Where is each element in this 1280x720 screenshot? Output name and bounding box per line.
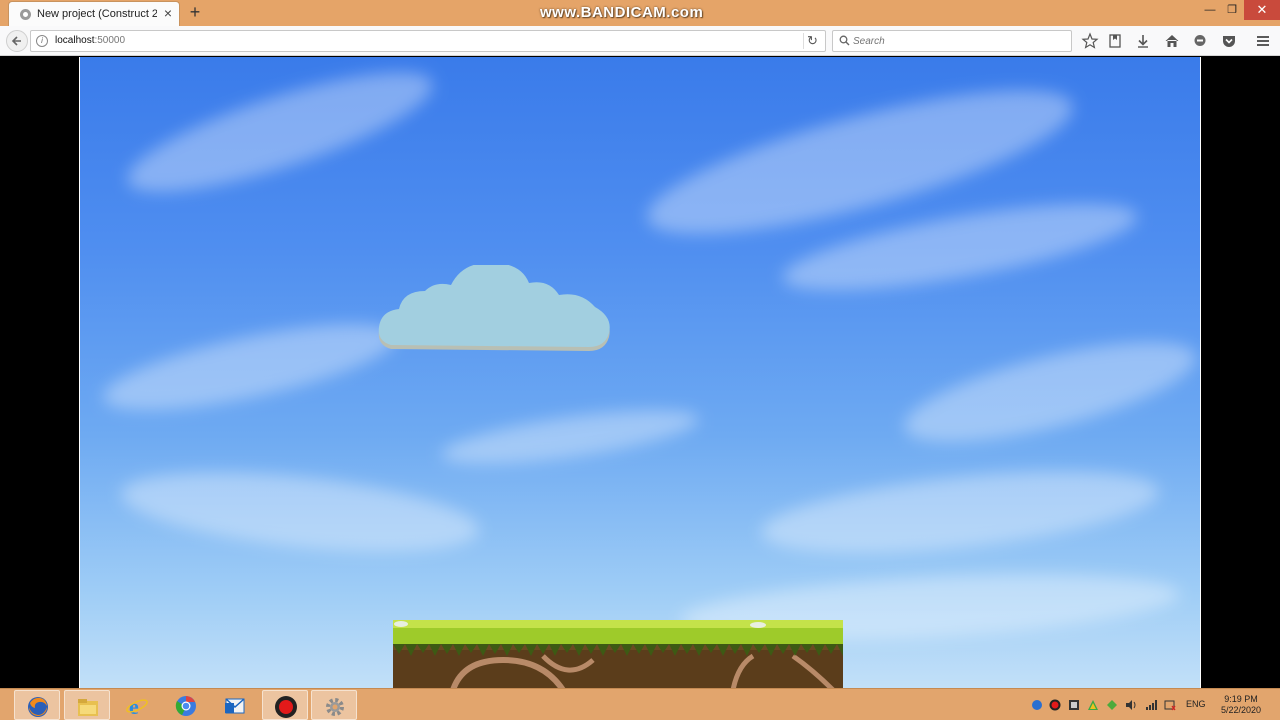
reading-list-icon[interactable] [1106, 32, 1124, 50]
tab-title: New project (Construct 2 ... [37, 8, 157, 20]
taskbar-internet-explorer-button[interactable]: e [114, 690, 160, 720]
volume-icon[interactable] [1125, 699, 1137, 711]
back-button[interactable] [6, 30, 28, 52]
back-arrow-icon [11, 36, 21, 46]
bookmark-star-icon[interactable] [1081, 32, 1099, 50]
reload-icon[interactable]: ↻ [803, 33, 821, 49]
clock-time: 9:19 PM [1224, 694, 1258, 704]
sky-cloud-streak [117, 458, 483, 566]
url-port: :50000 [94, 35, 126, 46]
tab-close-icon[interactable]: × [161, 6, 175, 20]
taskbar-outlook-button[interactable] [212, 690, 258, 720]
restore-icon[interactable]: ❐ [1222, 2, 1242, 18]
pocket-icon[interactable] [1220, 32, 1238, 50]
screen: New project (Construct 2 ... × + www.BAN… [0, 0, 1280, 720]
outlook-icon [225, 698, 245, 714]
search-input[interactable] [853, 34, 1063, 48]
ground-platform-sprite [393, 620, 843, 688]
bandicam-watermark: www.BANDICAM.com [540, 4, 704, 21]
signal-icon[interactable] [1145, 699, 1157, 711]
home-icon[interactable] [1163, 32, 1181, 50]
page-viewport [0, 57, 1280, 688]
tray-record-icon[interactable] [1049, 699, 1061, 711]
sky-cloud-streak [757, 456, 1163, 568]
tray-app-icon[interactable] [1068, 699, 1080, 711]
internet-explorer-icon: e [126, 694, 148, 718]
search-icon [839, 35, 850, 46]
windows-taskbar: e ENG 9:19 PM 5/22/2020 [0, 688, 1280, 720]
clock[interactable]: 9:19 PM 5/22/2020 [1216, 694, 1266, 716]
tray-colorful-icon[interactable] [1087, 699, 1099, 711]
taskbar-settings-button[interactable] [311, 690, 357, 720]
url-host: localhost [55, 35, 95, 46]
sky-cloud-streak [117, 57, 443, 215]
firefox-icon [28, 697, 48, 717]
tray-shield-icon[interactable] [1031, 699, 1043, 711]
taskbar-bandicam-button[interactable] [262, 690, 308, 720]
menu-icon[interactable] [1254, 32, 1272, 50]
chat-icon[interactable] [1191, 32, 1209, 50]
action-center-icon[interactable] [1164, 699, 1176, 711]
taskbar-file-explorer-button[interactable] [64, 690, 110, 720]
taskbar-chrome-button[interactable] [163, 690, 209, 720]
window-close-icon[interactable]: ✕ [1244, 0, 1280, 20]
language-indicator[interactable]: ENG [1186, 699, 1206, 709]
sky-cloud-streak [895, 321, 1200, 463]
minimize-icon[interactable]: — [1200, 2, 1220, 18]
address-bar[interactable]: i localhost:50000 ↻ [30, 30, 826, 52]
sky-cloud-streak [438, 399, 702, 475]
tray-network-icon[interactable] [1106, 699, 1118, 711]
taskbar-firefox-button[interactable] [14, 690, 60, 720]
browser-tab[interactable]: New project (Construct 2 ... × [8, 1, 180, 26]
search-bar[interactable] [832, 30, 1072, 52]
browser-title-bar: New project (Construct 2 ... × + www.BAN… [0, 0, 1280, 26]
navigation-bar: i localhost:50000 ↻ [0, 26, 1280, 56]
file-explorer-icon [78, 699, 98, 716]
chrome-icon [175, 696, 196, 716]
bandicam-icon [275, 696, 297, 718]
site-info-icon[interactable]: i [36, 35, 48, 47]
game-canvas[interactable] [79, 57, 1201, 688]
construct-favicon-icon [20, 9, 31, 20]
cloud-sprite [378, 265, 610, 351]
url-text[interactable]: localhost:50000 [55, 35, 125, 46]
sky-cloud-streak [97, 306, 403, 428]
settings-icon [326, 698, 344, 716]
new-tab-icon[interactable]: + [186, 3, 204, 21]
clock-date: 5/22/2020 [1220, 705, 1262, 715]
download-icon[interactable] [1134, 32, 1152, 50]
